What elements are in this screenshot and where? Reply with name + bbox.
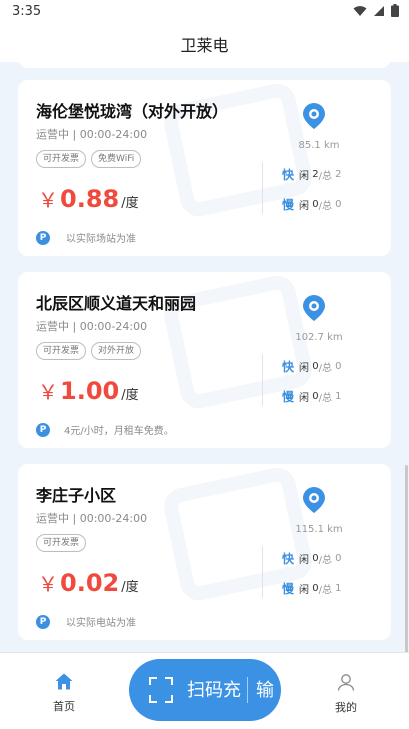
station-tags: 可开发票 免费WiFi [36,150,142,168]
user-icon [337,674,355,691]
fast-charger-row: 快 闲 2/总 2 [282,168,342,182]
signal-icon [374,5,384,16]
parking-icon: P [36,422,50,437]
battery-icon [391,4,399,17]
station-distance: 102.7 km [295,332,343,343]
station-name: 李庄子小区 [36,486,117,505]
station-card[interactable]: 李庄子小区 运营中 | 00:00-24:00 可开发票 ￥ 0.02/度 P 以… [18,464,391,640]
page-title: 卫莱电 [180,36,229,55]
tag-wifi: 免费WiFi [91,150,142,168]
station-card[interactable]: 海伦堡悦珑湾（对外开放） 运营中 | 00:00-24:00 可开发票 免费Wi… [18,80,391,256]
nav-mine[interactable]: 我的 [316,673,376,715]
station-name: 海伦堡悦珑湾（对外开放） [36,102,229,121]
previous-card-edge [18,62,391,68]
fast-charger-row: 快 闲 0/总 0 [282,360,342,374]
parking-icon: P [36,614,50,629]
wifi-icon [353,5,367,16]
station-hours: 运营中 | 00:00-24:00 [36,512,148,525]
station-distance: 85.1 km [298,140,340,151]
station-tags: 可开发票 对外开放 [36,342,142,360]
slow-charger-row: 慢 闲 0/总 0 [282,198,342,212]
nav-mine-label: 我的 [335,701,357,714]
station-hours: 运营中 | 00:00-24:00 [36,128,148,141]
fast-charger-row: 快 闲 0/总 0 [282,552,342,566]
tag-open: 对外开放 [91,342,142,360]
slow-charger-row: 慢 闲 0/总 1 [282,582,342,596]
tag-invoice: 可开发票 [36,342,87,360]
divider [262,354,263,406]
parking-icon: P [36,230,50,245]
scan-divider [247,677,248,703]
divider [262,546,263,598]
nav-home-label: 首页 [53,700,75,713]
nav-home[interactable]: 首页 [34,673,94,714]
scan-charge-label: 扫码充 [187,680,241,701]
bottom-nav: 首页 扫码充 输 我的 [0,652,409,729]
station-price: ￥ 0.88/度 [38,185,139,213]
location-pin-icon[interactable] [302,102,326,130]
scan-charge-button[interactable]: 扫码充 输 [129,659,281,721]
tag-invoice: 可开发票 [36,534,87,552]
divider [262,162,263,214]
tag-invoice: 可开发票 [36,150,87,168]
input-charge-label: 输 [256,680,274,701]
scan-frame-icon [149,677,173,703]
station-card[interactable]: 北辰区顺义道天和丽园 运营中 | 00:00-24:00 可开发票 对外开放 ￥… [18,272,391,448]
location-pin-icon[interactable] [302,486,326,514]
home-icon [55,673,73,690]
parking-note: P 4元/小时，月租车免费。 [36,422,174,437]
app-header: 卫莱电 [0,24,409,62]
parking-note: P 以实际场站为准 [36,230,136,245]
station-price: ￥ 1.00/度 [38,377,139,405]
station-list[interactable]: 海伦堡悦珑湾（对外开放） 运营中 | 00:00-24:00 可开发票 免费Wi… [0,62,409,652]
status-bar: 3:35 [0,0,409,24]
scrollbar[interactable] [405,465,408,661]
parking-note: P 以实际电站为准 [36,614,136,629]
status-time: 3:35 [12,4,42,19]
station-tags: 可开发票 [36,534,87,552]
location-pin-icon[interactable] [302,294,326,322]
station-name: 北辰区顺义道天和丽园 [36,294,197,313]
station-price: ￥ 0.02/度 [38,569,139,597]
status-icons [353,4,399,17]
station-hours: 运营中 | 00:00-24:00 [36,320,148,333]
station-distance: 115.1 km [295,524,343,535]
slow-charger-row: 慢 闲 0/总 1 [282,390,342,404]
